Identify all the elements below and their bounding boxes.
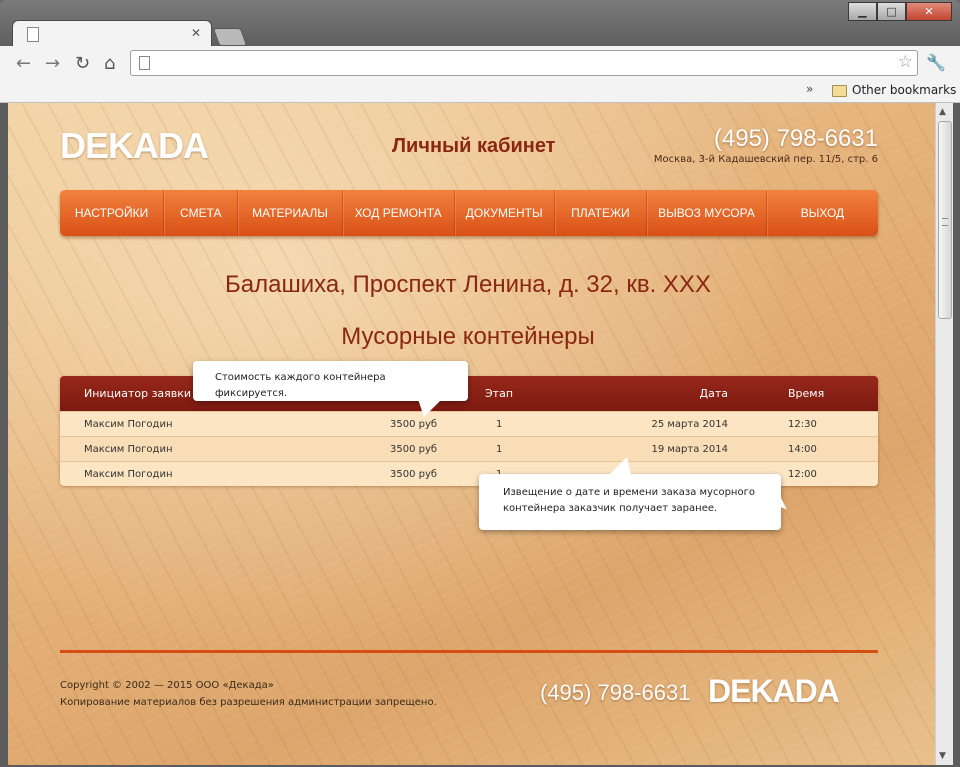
footer-copyright: Copyright © 2002 — 2015 ООО «Декада» <box>60 680 274 691</box>
containers-table: Инициатор заявки Этап Дата Время Максим … <box>60 376 878 486</box>
header-stage: Этап <box>485 387 514 400</box>
header-time: Время <box>788 387 825 400</box>
table-row: Максим Погодин 3500 руб 1 19 марта 2014 … <box>60 436 878 461</box>
callout-notice-line-1: Извещение о дате и времени заказа мусорн… <box>503 487 755 498</box>
callout-pointer <box>418 399 442 417</box>
cell-initiator: Максим Погодин <box>84 468 173 480</box>
page-icon <box>139 56 150 70</box>
callout-pointer <box>609 457 631 475</box>
header-phone: (495) 798-6631 <box>713 125 878 152</box>
cell-cost: 3500 руб <box>390 443 438 455</box>
table-row: Максим Погодин 3500 руб 1 25 марта 2014 … <box>60 411 878 436</box>
cell-time: 12:00 <box>788 468 817 480</box>
window-controls: ▁ □ ✕ <box>848 2 952 21</box>
footer-logo[interactable]: DEKADA <box>708 673 840 710</box>
cell-date: 19 марта 2014 <box>651 443 728 455</box>
site-logo[interactable]: DEKADA <box>60 125 209 167</box>
home-icon[interactable]: ⌂ <box>104 53 115 74</box>
cell-stage: 1 <box>496 418 503 430</box>
reload-icon[interactable]: ↻ <box>75 53 90 74</box>
callout-notice-line-2: контейнера заказчик получает заранее. <box>503 503 718 514</box>
cell-time: 12:30 <box>788 418 817 430</box>
menu-item-waste-removal[interactable]: ВЫВОЗ МУСОРА <box>647 190 767 236</box>
grip-icon <box>942 218 948 226</box>
browser-toolbar: ← → ↻ ⌂ ☆ 🔧 <box>0 46 960 80</box>
header-date: Дата <box>699 387 728 400</box>
browser-tab[interactable]: ✕ <box>12 20 212 47</box>
scroll-up-icon[interactable]: ▲ <box>939 107 946 117</box>
forward-icon[interactable]: → <box>45 53 60 74</box>
title-bar: ✕ ▁ □ ✕ <box>0 0 960 47</box>
close-icon[interactable]: ✕ <box>191 26 201 40</box>
menu-item-materials[interactable]: МАТЕРИАЛЫ <box>238 190 343 236</box>
callout-cost: Стоимость каждого контейнера фиксируется… <box>193 361 468 417</box>
menu-item-payments[interactable]: ПЛАТЕЖИ <box>555 190 647 236</box>
menu-item-logout[interactable]: ВЫХОД <box>767 190 878 236</box>
object-address: Балашиха, Проспект Ленина, д. 32, кв. XX… <box>225 271 711 298</box>
callout-pointer <box>777 498 791 510</box>
scroll-thumb[interactable] <box>938 121 952 319</box>
section-title: Мусорные контейнеры <box>341 323 595 350</box>
header-address: Москва, 3-й Кадашевский пер. 11/5, стр. … <box>653 154 878 165</box>
bookmarks-bar: » Other bookmarks <box>0 80 960 103</box>
minimize-button[interactable]: ▁ <box>848 2 877 21</box>
main-menu: НАСТРОЙКИ СМЕТА МАТЕРИАЛЫ ХОД РЕМОНТА ДО… <box>60 190 878 236</box>
menu-item-settings[interactable]: НАСТРОЙКИ <box>60 190 165 236</box>
table-header: Инициатор заявки Этап Дата Время <box>60 376 878 411</box>
callout-notice: Извещение о дате и времени заказа мусорн… <box>479 457 791 530</box>
footer-notice: Копирование материалов без разрешения ад… <box>60 697 437 708</box>
cell-stage: 1 <box>496 443 503 455</box>
bookmarks-overflow[interactable]: » <box>806 82 813 96</box>
menu-item-progress[interactable]: ХОД РЕМОНТА <box>343 190 455 236</box>
cell-time: 14:00 <box>788 443 817 455</box>
cell-cost: 3500 руб <box>390 468 438 480</box>
cabinet-title: Личный кабинет <box>392 135 556 157</box>
scroll-down-icon[interactable]: ▼ <box>939 751 946 761</box>
page-viewport: DEKADA Личный кабинет (495) 798-6631 Мос… <box>8 103 935 765</box>
address-bar[interactable]: ☆ <box>130 50 918 76</box>
maximize-button[interactable]: □ <box>877 2 906 21</box>
wrench-icon[interactable]: 🔧 <box>926 53 946 72</box>
folder-icon <box>832 85 847 97</box>
star-icon[interactable]: ☆ <box>898 52 913 72</box>
menu-item-estimate[interactable]: СМЕТА <box>164 190 239 236</box>
cell-initiator: Максим Погодин <box>84 443 173 455</box>
cell-initiator: Максим Погодин <box>84 418 173 430</box>
page-icon <box>27 27 39 42</box>
vertical-scrollbar[interactable]: ▲ ▼ <box>935 103 953 765</box>
browser-window: ✕ ▁ □ ✕ ← → ↻ ⌂ ☆ 🔧 » Other bookmarks DE… <box>0 0 960 767</box>
menu-item-documents[interactable]: ДОКУМЕНТЫ <box>455 190 555 236</box>
footer-phone: (495) 798-6631 <box>540 680 691 705</box>
new-tab-button[interactable] <box>212 28 248 46</box>
callout-cost-text: Стоимость каждого контейнера фиксируется… <box>215 372 386 399</box>
back-icon[interactable]: ← <box>16 53 31 74</box>
close-button[interactable]: ✕ <box>906 2 952 21</box>
other-bookmarks[interactable]: Other bookmarks <box>852 83 956 97</box>
footer-divider <box>60 650 878 653</box>
cell-date: 25 марта 2014 <box>651 418 728 430</box>
header-initiator: Инициатор заявки <box>84 387 192 400</box>
